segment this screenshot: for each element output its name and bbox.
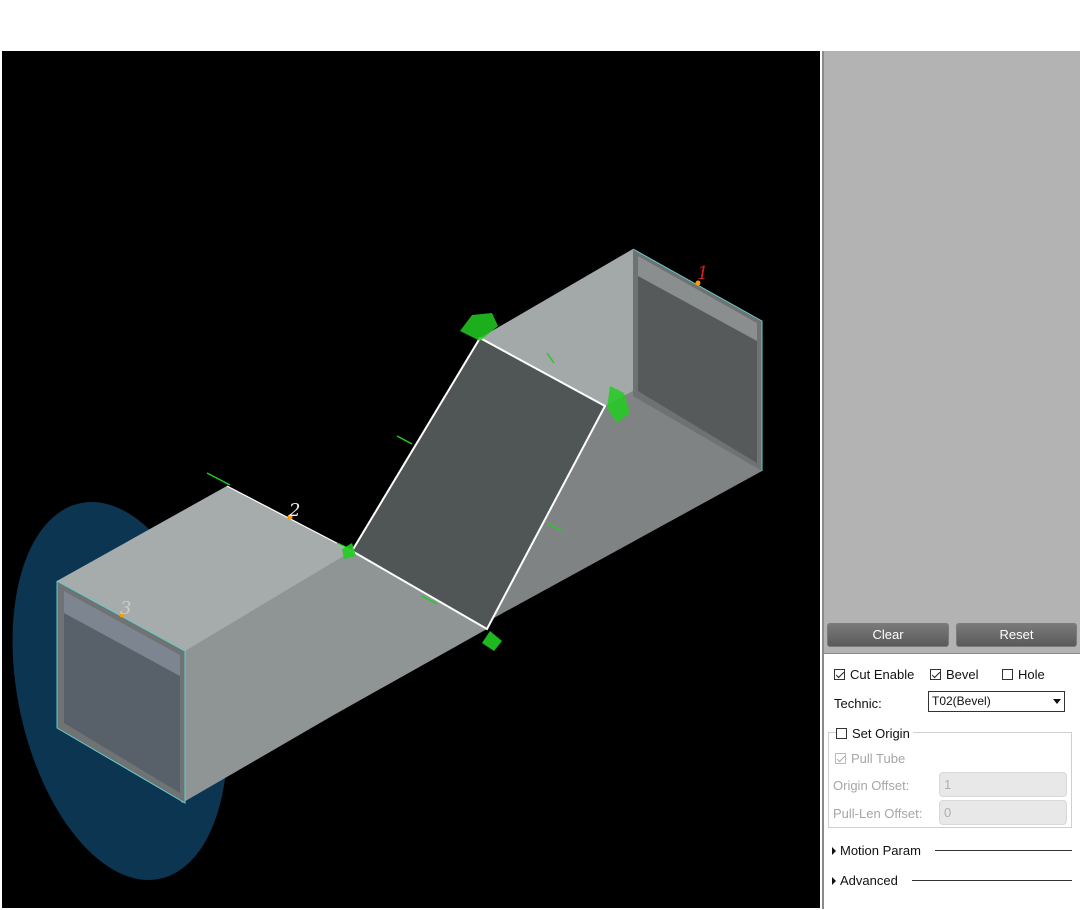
chevron-down-icon [1053,699,1061,704]
pull-len-offset-field: 0 [939,800,1067,825]
point-label-1: 1 [697,263,708,284]
set-origin-option[interactable]: Set Origin [836,726,913,741]
expand-triangle-icon [832,846,836,855]
motion-param-section[interactable]: Motion Param [832,843,1072,858]
cut-enable-option[interactable]: Cut Enable [834,667,914,682]
advanced-label: Advanced [840,873,898,888]
point-label-3: 3 [120,598,131,619]
point-label-2: 2 [288,500,300,521]
pull-tube-option: Pull Tube [835,751,905,766]
section-divider [911,880,1072,881]
origin-offset-field: 1 [939,772,1067,797]
section-divider [934,850,1072,851]
pull-tube-checkbox [835,753,846,764]
pull-len-offset-label: Pull-Len Offset: [833,806,923,821]
cut-enable-label: Cut Enable [850,667,915,682]
technic-selected-value: T02(Bevel) [932,694,991,708]
hole-checkbox[interactable] [1002,669,1013,680]
set-origin-checkbox[interactable] [836,728,847,739]
pull-tube-label: Pull Tube [851,751,906,766]
reset-button[interactable]: Reset [956,623,1077,647]
bevel-checkbox[interactable] [930,669,941,680]
tube-model-canvas[interactable]: 1 2 3 [2,51,820,908]
technic-select[interactable]: T02(Bevel) [928,691,1065,712]
origin-group-box: Pull Tube Origin Offset: 1 Pull-Len Offs… [828,732,1072,828]
advanced-section[interactable]: Advanced [832,873,1072,888]
origin-offset-label: Origin Offset: [833,778,910,793]
hole-label: Hole [1018,667,1045,682]
motion-param-label: Motion Param [840,843,921,858]
bevel-label: Bevel [946,667,979,682]
technic-label: Technic: [834,696,882,711]
3d-viewport[interactable]: 1 2 3 [2,51,820,908]
bevel-option[interactable]: Bevel [930,667,979,682]
hole-option[interactable]: Hole [1002,667,1045,682]
expand-triangle-icon [832,876,836,885]
side-panel: Clear Reset Cut Enable Bevel Hole Techni… [822,51,1080,910]
cut-properties-panel: Cut Enable Bevel Hole Technic: T02(Bevel… [824,653,1080,910]
cut-enable-checkbox[interactable] [834,669,845,680]
clear-button[interactable]: Clear [827,623,949,647]
set-origin-label: Set Origin [852,726,910,741]
